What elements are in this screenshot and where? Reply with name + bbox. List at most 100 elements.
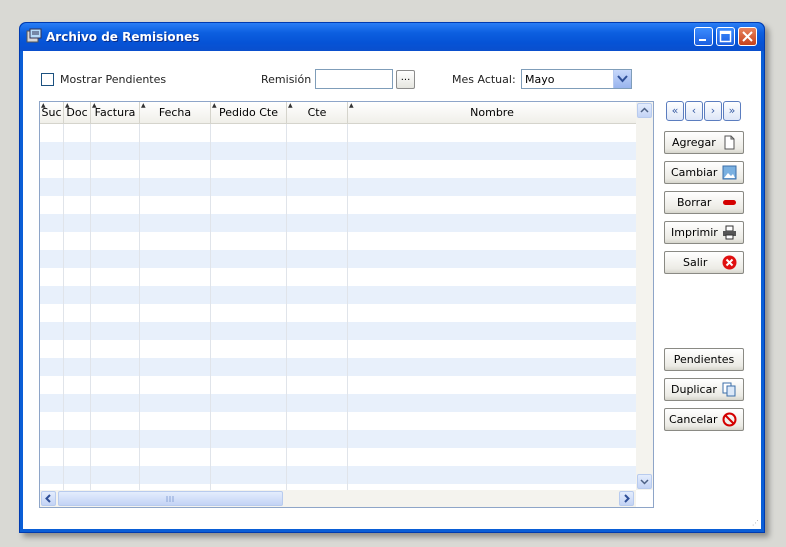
remisiones-grid[interactable]: ▲ Suc ▲ Doc ▲ Factura ▲ Fecha ▲ Pedido Cte ▲ C… bbox=[39, 101, 654, 508]
month-dropdown-arrow[interactable] bbox=[613, 70, 631, 88]
sort-icon: ▲ bbox=[92, 102, 97, 109]
close-icon bbox=[742, 31, 753, 42]
agregar-button[interactable]: Agregar bbox=[664, 131, 744, 154]
table-row[interactable] bbox=[40, 448, 636, 466]
table-row[interactable] bbox=[40, 376, 636, 394]
imprimir-label: Imprimir bbox=[671, 226, 718, 239]
column-label: Factura bbox=[94, 106, 136, 119]
table-row[interactable] bbox=[40, 286, 636, 304]
cancelar-label: Cancelar bbox=[669, 413, 718, 426]
table-row[interactable] bbox=[40, 268, 636, 286]
borrar-label: Borrar bbox=[677, 196, 712, 209]
cambiar-label: Cambiar bbox=[671, 166, 718, 179]
first-record-button[interactable]: « bbox=[666, 101, 684, 121]
scroll-left-button[interactable] bbox=[41, 491, 56, 506]
table-row[interactable] bbox=[40, 160, 636, 178]
borrar-button[interactable]: Borrar bbox=[664, 191, 744, 214]
chevron-left-icon bbox=[45, 494, 51, 503]
table-row[interactable] bbox=[40, 178, 636, 196]
column-divider bbox=[286, 124, 287, 490]
table-row[interactable] bbox=[40, 412, 636, 430]
table-row[interactable] bbox=[40, 250, 636, 268]
main-window: Archivo de Remisiones Mostrar Pendientes… bbox=[19, 22, 765, 533]
sort-icon: ▲ bbox=[288, 102, 293, 109]
cancel-icon bbox=[722, 412, 737, 427]
table-row[interactable] bbox=[40, 232, 636, 250]
remision-input[interactable] bbox=[315, 69, 393, 89]
column-header-cte[interactable]: ▲ Cte bbox=[287, 102, 348, 123]
exit-icon bbox=[722, 255, 737, 270]
table-row[interactable] bbox=[40, 340, 636, 358]
chevron-right-icon bbox=[624, 494, 630, 503]
column-header-fecha[interactable]: ▲ Fecha bbox=[140, 102, 211, 123]
sort-icon: ▲ bbox=[212, 102, 217, 109]
table-row[interactable] bbox=[40, 142, 636, 160]
maximize-icon bbox=[719, 30, 732, 43]
column-divider bbox=[139, 124, 140, 490]
chevron-down-icon bbox=[617, 75, 628, 83]
table-row[interactable] bbox=[40, 466, 636, 484]
column-header-factura[interactable]: ▲ Factura bbox=[91, 102, 140, 123]
month-select[interactable]: Mayo bbox=[521, 69, 632, 89]
column-label: Cte bbox=[307, 106, 327, 119]
previous-record-button[interactable]: ‹ bbox=[685, 101, 703, 121]
salir-button[interactable]: Salir bbox=[664, 251, 744, 274]
horizontal-scroll-thumb[interactable] bbox=[58, 491, 283, 506]
app-icon bbox=[26, 28, 42, 43]
column-divider bbox=[63, 124, 64, 490]
minus-icon bbox=[723, 200, 736, 205]
minimize-icon bbox=[699, 39, 706, 41]
agregar-label: Agregar bbox=[672, 136, 716, 149]
table-row[interactable] bbox=[40, 430, 636, 448]
chevron-down-icon bbox=[640, 479, 649, 485]
maximize-button[interactable] bbox=[716, 27, 735, 46]
title-bar[interactable]: Archivo de Remisiones bbox=[20, 23, 764, 51]
show-pending-checkbox[interactable] bbox=[41, 73, 54, 86]
horizontal-scrollbar[interactable] bbox=[40, 490, 636, 507]
next-record-button[interactable]: › bbox=[704, 101, 722, 121]
duplicate-icon bbox=[722, 382, 736, 397]
table-row[interactable] bbox=[40, 358, 636, 376]
scroll-right-button[interactable] bbox=[619, 491, 634, 506]
show-pending-label: Mostrar Pendientes bbox=[60, 73, 167, 86]
sort-icon: ▲ bbox=[41, 102, 46, 109]
printer-icon bbox=[723, 225, 736, 240]
browse-remision-button[interactable]: ... bbox=[396, 70, 415, 89]
scroll-up-button[interactable] bbox=[637, 103, 652, 118]
cambiar-button[interactable]: Cambiar bbox=[664, 161, 744, 184]
grid-header: ▲ Suc ▲ Doc ▲ Factura ▲ Fecha ▲ Pedido Cte ▲ C… bbox=[40, 102, 636, 124]
resize-grip[interactable]: ⋰ bbox=[752, 519, 759, 527]
column-header-doc[interactable]: ▲ Doc bbox=[64, 102, 91, 123]
chevron-up-icon bbox=[640, 107, 649, 113]
table-row[interactable] bbox=[40, 394, 636, 412]
imprimir-button[interactable]: Imprimir bbox=[664, 221, 744, 244]
column-header-nombre[interactable]: ▲ Nombre bbox=[348, 102, 636, 123]
table-row[interactable] bbox=[40, 304, 636, 322]
duplicar-label: Duplicar bbox=[671, 383, 717, 396]
minimize-button[interactable] bbox=[694, 27, 713, 46]
column-label: Nombre bbox=[470, 106, 514, 119]
pendientes-label: Pendientes bbox=[673, 353, 735, 366]
table-row[interactable] bbox=[40, 196, 636, 214]
sort-icon: ▲ bbox=[349, 102, 354, 109]
duplicar-button[interactable]: Duplicar bbox=[664, 378, 744, 401]
picture-icon bbox=[722, 165, 737, 180]
cancelar-button[interactable]: Cancelar bbox=[664, 408, 744, 431]
pendientes-button[interactable]: Pendientes bbox=[664, 348, 744, 371]
scroll-down-button[interactable] bbox=[637, 474, 652, 489]
column-divider bbox=[347, 124, 348, 490]
last-record-button[interactable]: » bbox=[723, 101, 741, 121]
remision-label: Remisión bbox=[261, 73, 312, 86]
column-header-pedido-cte[interactable]: ▲ Pedido Cte bbox=[211, 102, 287, 123]
grid-body bbox=[40, 124, 636, 484]
column-header-suc[interactable]: ▲ Suc bbox=[40, 102, 64, 123]
table-row[interactable] bbox=[40, 322, 636, 340]
month-label: Mes Actual: bbox=[452, 73, 516, 86]
grip-icon bbox=[166, 496, 174, 502]
sort-icon: ▲ bbox=[141, 102, 146, 109]
new-document-icon bbox=[724, 135, 735, 150]
close-button[interactable] bbox=[738, 27, 757, 46]
vertical-scrollbar[interactable] bbox=[636, 102, 653, 490]
table-row[interactable] bbox=[40, 124, 636, 142]
table-row[interactable] bbox=[40, 214, 636, 232]
